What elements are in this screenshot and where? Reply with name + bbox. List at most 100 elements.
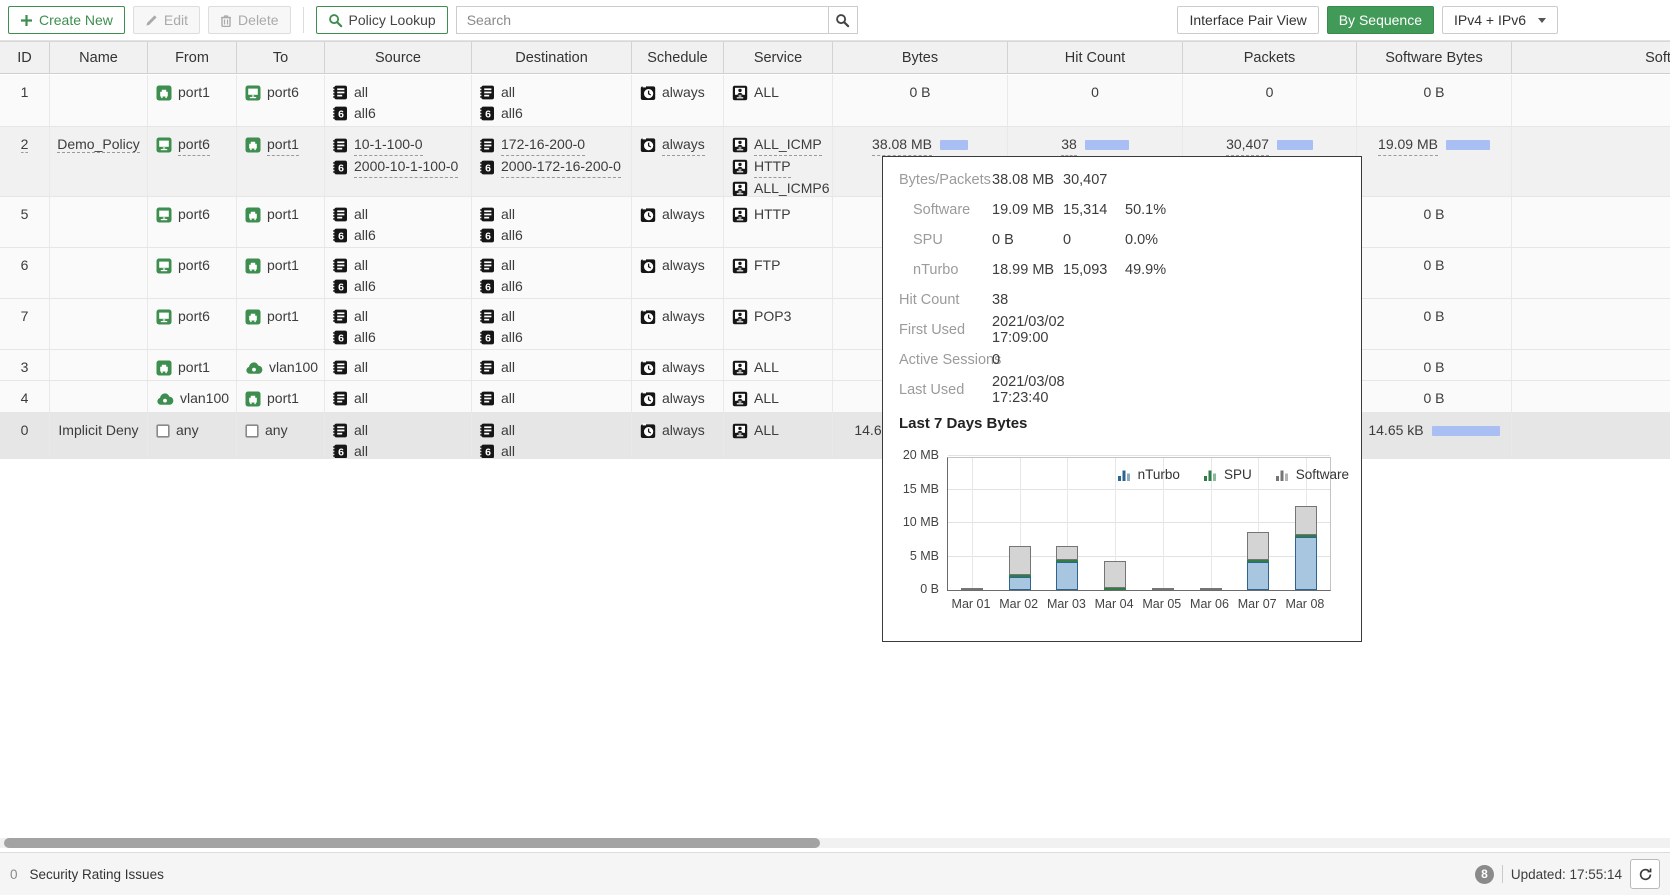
gridline-horizontal [948,556,1330,557]
column-header-software-bytes[interactable]: Software Bytes [1357,42,1512,73]
policy-row-id-6[interactable]: 6port6port1all6all6all6all6alwaysFTP0 B [0,248,1670,299]
policy-table: 1port1port6all6all6all6all6alwaysALL0 B0… [0,75,1670,459]
by-sequence-button[interactable]: By Sequence [1327,6,1434,34]
column-header-schedule[interactable]: Schedule [632,42,724,73]
column-header-hit-count[interactable]: Hit Count [1008,42,1183,73]
legend-item-software[interactable]: Software [1276,467,1349,482]
refresh-button[interactable] [1630,859,1660,889]
service-icon [732,258,748,274]
column-header-bytes[interactable]: Bytes [833,42,1008,73]
policy-id: 4 [21,390,29,406]
status-right-group: 8 Updated: 17:55:14 [1475,859,1660,889]
cell-entry-label: always [662,255,705,276]
cell-destination: all [472,350,632,380]
bar-segment-nturbo [1056,562,1078,590]
cell-entry: ALL_ICMP6 [724,178,832,196]
software-bytes: 14.65 kB [1357,420,1511,441]
cell-entry-label: always [662,82,705,103]
column-header-from[interactable]: From [148,42,237,73]
search-input[interactable] [456,6,828,34]
software-bytes-value: 0 B [1423,357,1444,378]
legend-item-spu[interactable]: SPU [1204,467,1252,482]
cell-entry: ALL [724,420,832,441]
cell-destination: all6all6 [472,197,632,247]
policy-row-id-5[interactable]: 5port6port1all6all6all6all6alwaysHTTP0 B [0,197,1670,248]
cell-entry: vlan100 [237,357,324,378]
cell-source: all6all6 [325,299,472,349]
cell-schedule: always [632,350,724,380]
cell-entry: always [632,255,723,276]
column-header-source[interactable]: Source [325,42,472,73]
service-icon [732,360,748,376]
policy-row-id-2[interactable]: 2Demo_Policyport6port110-1-100-062000-10… [0,127,1670,197]
cell-service: ALL [724,381,833,412]
cell-entry-label: ALL [754,420,779,441]
cell-entry: all [472,357,631,378]
x-axis-tick-label: Mar 04 [1084,597,1144,611]
column-header-to[interactable]: To [237,42,325,73]
x-axis-tick-label: Mar 07 [1227,597,1287,611]
y-axis-tick-label: 15 MB [883,482,939,496]
stat-label: SPU [883,232,992,248]
stat-value-3: 0.0% [1125,232,1158,248]
ipv6-address-icon: 6 [480,444,495,458]
column-header-packets[interactable]: Packets [1183,42,1357,73]
gridline-vertical [1115,458,1116,590]
software-bytes-value: 0 B [1423,306,1444,327]
edit-button[interactable]: Edit [133,6,200,34]
vlan-cloud-icon [245,361,263,375]
policy-row-id-1[interactable]: 1port1port6all6all6all6all6alwaysALL0 B0… [0,75,1670,127]
create-new-button[interactable]: Create New [8,6,125,34]
ipv6-address-icon: 6 [333,279,348,294]
y-axis-tick-label: 0 B [883,582,939,596]
cell-to: vlan100 [237,350,325,380]
cell-service: HTTP [724,197,833,247]
stat-value-2: 15,314 [1063,202,1125,218]
cell-entry: 6 all6 [325,327,471,348]
column-header-service[interactable]: Service [724,42,833,73]
cell-software-bytes: 0 B [1357,381,1512,412]
legend-item-nturbo[interactable]: nTurbo [1118,467,1180,482]
cell-id: 3 [0,350,50,380]
cell-to: port1 [237,127,325,196]
policy-id: 1 [21,84,29,100]
stat-value-3: 50.1% [1125,202,1166,218]
cell-entry: all [325,420,471,441]
ethernet-port-icon [245,391,261,407]
software-bytes-value: 19.09 MB [1378,134,1438,156]
policy-row-id-7[interactable]: 7port6port1all6all6all6all6alwaysPOP30 B [0,299,1670,350]
cell-entry-label: port1 [267,306,299,327]
hit-count: 0 [1008,82,1182,103]
column-header-destination[interactable]: Destination [472,42,632,73]
software-bytes-value: 0 B [1423,82,1444,103]
svg-text:6: 6 [338,230,344,242]
search-button[interactable] [828,6,858,34]
column-header-id[interactable]: ID [0,42,50,73]
scrollbar-thumb[interactable] [4,838,820,848]
interface-pair-view-button[interactable]: Interface Pair View [1177,6,1318,34]
cell-entry-label: all6 [354,327,376,348]
stat-value-1: 2021/03/02 17:09:00 [992,314,1063,346]
horizontal-scrollbar[interactable] [0,838,1670,848]
cell-entry: vlan100 [148,388,236,409]
software-bytes-usage-bar [1432,426,1500,436]
ipv6-address-icon: 6 [333,330,348,345]
cell-schedule: always [632,197,724,247]
policy-row-id-0[interactable]: 0Implicit Denyanyanyall6allall6allalways… [0,413,1670,459]
cell-entry-label: ALL_ICMP6 [754,178,829,196]
column-header-software-packets[interactable]: Software Packets [1512,42,1670,73]
ip-version-dropdown[interactable]: IPv4 + IPv6 [1442,6,1558,34]
cell-destination: all6all6 [472,248,632,298]
svg-text:6: 6 [338,332,344,344]
policy-row-id-4[interactable]: 4vlan100port1allallalwaysALL0 B [0,381,1670,413]
delete-button[interactable]: Delete [208,6,290,34]
cell-entry: 6all6 [325,225,471,246]
cell-entry: always [632,82,723,103]
policy-lookup-button[interactable]: Policy Lookup [316,6,448,34]
column-header-name[interactable]: Name [50,42,148,73]
policy-row-id-3[interactable]: 3port1vlan100allallalwaysALL0 B [0,350,1670,381]
cell-to: port1 [237,299,325,349]
cell-name [50,75,148,126]
gridline-vertical [1067,458,1068,590]
cell-entry: port1 [148,357,236,378]
